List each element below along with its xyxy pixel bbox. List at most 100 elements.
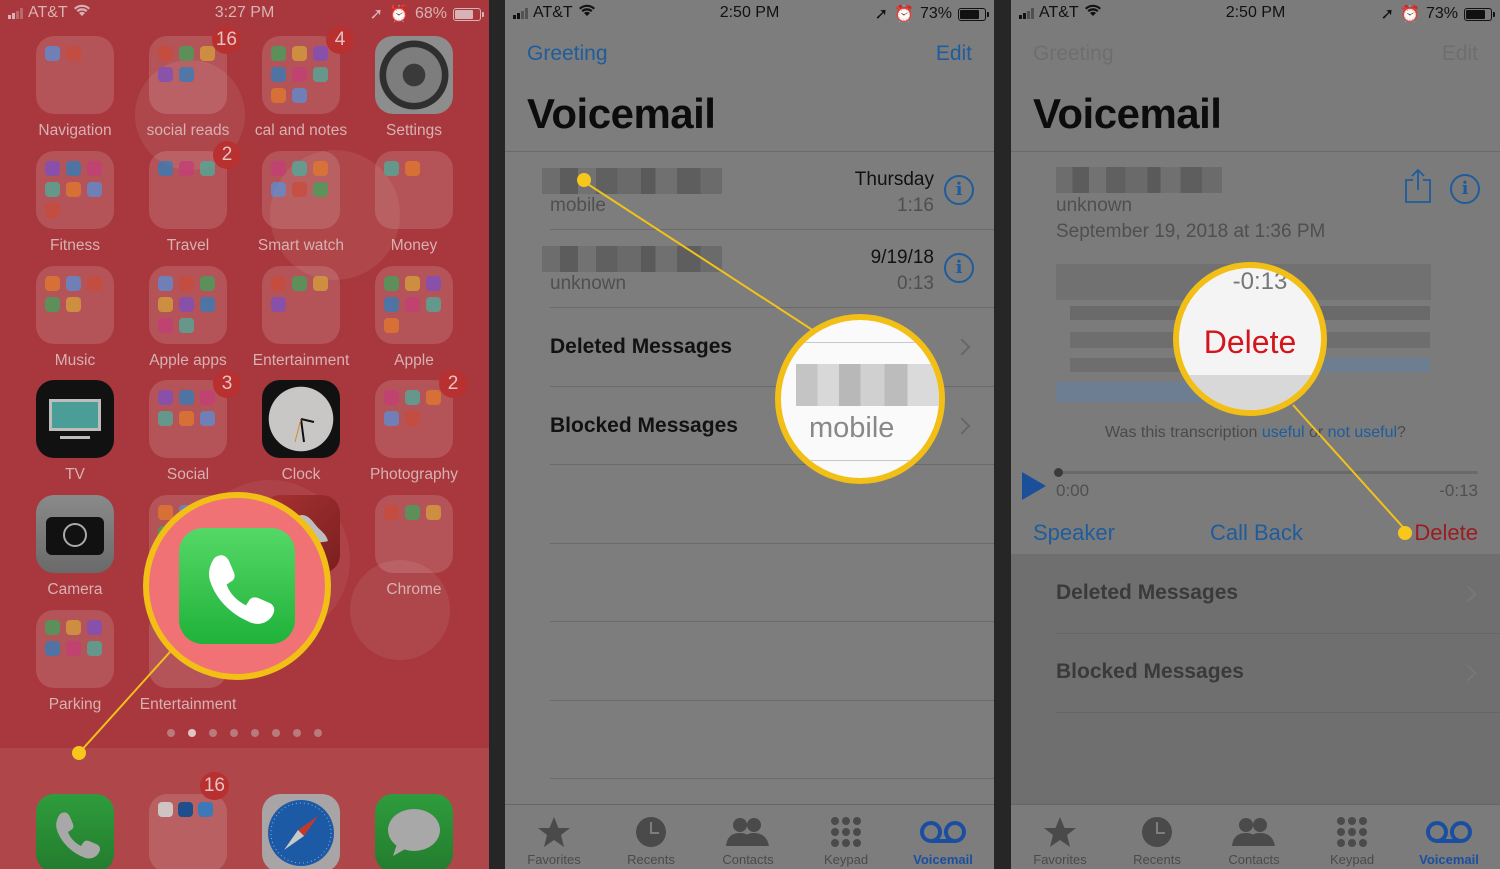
app-fitness[interactable]: Fitness xyxy=(36,151,114,255)
divider xyxy=(781,342,939,343)
tab-contacts[interactable]: Contacts xyxy=(703,816,793,867)
magnified-remaining-time: -0:13 xyxy=(1232,268,1288,295)
notification-badge: 16 xyxy=(199,772,229,800)
mini-app-icon xyxy=(179,276,194,291)
useful-link[interactable]: useful xyxy=(1262,424,1305,441)
clock-icon xyxy=(606,816,696,848)
app-apple-apps[interactable]: Apple apps xyxy=(149,266,227,370)
dock-phone-app[interactable] xyxy=(36,794,114,869)
tab-voicemail[interactable]: Voicemail xyxy=(1404,816,1494,867)
app-camera[interactable]: Camera xyxy=(36,495,114,599)
callout-dot xyxy=(72,746,86,760)
mini-app-icon xyxy=(292,276,307,291)
blocked-messages-row[interactable]: Blocked Messages xyxy=(1011,634,1500,713)
voicemail-list-panel: AT&T 2:50 PM ➚ ⏰ 73% Greeting Edit Voice… xyxy=(505,0,994,869)
voicemail-item[interactable]: unknown 9/19/18 0:13 i xyxy=(505,230,994,308)
clock-icon xyxy=(262,380,340,458)
mail-folder-icon: 16 xyxy=(149,772,229,869)
tab-recents[interactable]: Recents xyxy=(606,816,696,867)
folder-icon: 4 xyxy=(262,26,354,114)
tab-favorites[interactable]: Favorites xyxy=(509,816,599,867)
tab-favorites[interactable]: Favorites xyxy=(1015,816,1105,867)
mini-app-icon xyxy=(45,297,60,312)
mini-app-icon xyxy=(426,390,441,405)
mini-app-icon xyxy=(158,276,173,291)
folder-icon xyxy=(36,610,114,688)
app-smart-watch[interactable]: Smart watch xyxy=(258,151,344,255)
page-dot xyxy=(251,729,259,737)
transcription-feedback: Was this transcription useful or not use… xyxy=(1011,424,1500,442)
app-apple[interactable]: Apple xyxy=(375,266,453,370)
edit-button[interactable]: Edit xyxy=(936,42,972,66)
mobile-label-magnifier: mobile xyxy=(775,314,945,484)
app-music[interactable]: Music xyxy=(36,266,114,370)
tab-keypad[interactable]: Keypad xyxy=(801,816,891,867)
dock-mail-folder[interactable]: 16 xyxy=(149,772,229,869)
battery-percent: 68% xyxy=(414,5,447,22)
location-icon: ➚ xyxy=(369,6,384,23)
app-social-reads[interactable]: 16 social reads xyxy=(147,26,241,140)
mini-app-icon xyxy=(384,161,399,176)
divider xyxy=(781,460,939,461)
app-photography[interactable]: 2 Photography xyxy=(370,370,467,484)
tab-contacts[interactable]: Contacts xyxy=(1209,816,1299,867)
share-icon[interactable] xyxy=(1404,168,1432,209)
mini-app-icon xyxy=(66,620,81,635)
app-settings[interactable]: Settings xyxy=(375,36,453,140)
info-icon[interactable]: i xyxy=(944,253,974,283)
app-navigation[interactable]: Navigation xyxy=(36,36,114,140)
folder-icon: 16 xyxy=(149,26,241,114)
app-parking[interactable]: Parking xyxy=(36,610,114,714)
app-clock[interactable]: Clock xyxy=(262,380,340,484)
tab-label: Voicemail xyxy=(1419,852,1479,867)
tv-stand xyxy=(60,436,90,439)
speaker-button[interactable]: Speaker xyxy=(1033,520,1115,546)
voicemail-item[interactable]: mobile Thursday 1:16 i xyxy=(505,152,994,230)
mini-app-icon xyxy=(405,411,420,426)
mini-app-icon xyxy=(179,46,194,61)
dock-safari-app[interactable] xyxy=(262,794,340,869)
app-entertainment[interactable]: Entertainment xyxy=(253,266,349,370)
info-icon[interactable]: i xyxy=(1450,174,1480,204)
tab-recents[interactable]: Recents xyxy=(1112,816,1202,867)
play-icon[interactable] xyxy=(1022,472,1046,500)
notification-badge: 3 xyxy=(213,370,241,398)
scrubber-thumb[interactable] xyxy=(1054,468,1063,477)
caller-type: mobile xyxy=(550,195,606,216)
delete-button[interactable]: Delete xyxy=(1414,520,1478,546)
tab-label: Contacts xyxy=(722,852,774,867)
delete-button-magnifier: -0:13 Delete xyxy=(1173,262,1327,416)
app-tv[interactable]: TV xyxy=(36,380,114,484)
row-label: Blocked Messages xyxy=(550,414,738,437)
playback-scrubber[interactable] xyxy=(1054,468,1478,477)
tab-keypad[interactable]: Keypad xyxy=(1307,816,1397,867)
greeting-button[interactable]: Greeting xyxy=(527,42,608,66)
panel-divider xyxy=(489,0,505,869)
greeting-button[interactable]: Greeting xyxy=(1033,42,1114,66)
app-money[interactable]: Money xyxy=(375,151,453,255)
mini-app-icon xyxy=(179,161,194,176)
page-indicator[interactable] xyxy=(0,729,489,737)
app-social[interactable]: 3 Social xyxy=(149,370,241,484)
mini-app-icon xyxy=(179,318,194,333)
mini-app-icon xyxy=(384,390,399,405)
deleted-messages-row[interactable]: Deleted Messages xyxy=(1011,554,1500,633)
battery-percent: 73% xyxy=(1425,5,1458,22)
call-back-button[interactable]: Call Back xyxy=(1210,520,1303,546)
caller-type: unknown xyxy=(550,273,627,294)
info-icon[interactable]: i xyxy=(944,175,974,205)
app-chrome[interactable]: Chrome xyxy=(375,495,453,599)
mini-app-icon xyxy=(405,276,420,291)
dock-messages-app[interactable] xyxy=(375,794,453,869)
battery-icon xyxy=(958,7,989,21)
caller-name-redacted xyxy=(542,168,722,194)
mini-app-icon xyxy=(200,411,215,426)
tab-voicemail[interactable]: Voicemail xyxy=(898,816,988,867)
notification-badge: 16 xyxy=(211,26,241,54)
app-cal-and-notes[interactable]: 4 cal and notes xyxy=(255,26,354,140)
caller-name-redacted xyxy=(796,364,939,406)
not-useful-link[interactable]: not useful xyxy=(1328,424,1397,441)
edit-button[interactable]: Edit xyxy=(1442,42,1478,66)
magnified-delete-label: Delete xyxy=(1203,324,1297,360)
app-travel[interactable]: 2 Travel xyxy=(149,141,241,255)
